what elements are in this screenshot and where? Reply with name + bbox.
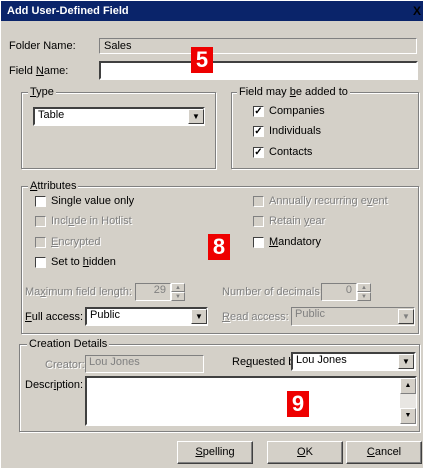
added-to-group-title: Field may be added to: [237, 86, 350, 98]
contacts-label: Contacts: [269, 146, 313, 158]
callout-badge-5: 5: [191, 47, 213, 73]
individuals-label: Individuals: [269, 125, 321, 137]
callout-badge-8: 8: [208, 234, 230, 260]
decimals-input[interactable]: 0: [321, 283, 357, 301]
callout-badge-9: 9: [287, 391, 309, 417]
full-access-label: Full access:: [25, 311, 84, 323]
annual-label: Annually recurring event: [269, 195, 388, 207]
description-label: Description:: [25, 379, 84, 391]
retain-year-checkbox[interactable]: [253, 216, 264, 227]
spelling-button[interactable]: Spelling: [177, 441, 253, 464]
description-scrollbar[interactable]: ▲ ▼: [400, 378, 416, 424]
type-group-title: Type: [28, 86, 56, 98]
ok-button[interactable]: OK: [267, 441, 343, 464]
decimals-up-icon[interactable]: ▲: [357, 283, 371, 292]
cancel-button[interactable]: Cancel: [346, 441, 422, 464]
retain-year-label: Retain year: [269, 215, 326, 227]
encrypted-checkbox[interactable]: [35, 237, 46, 248]
contacts-checkbox[interactable]: ✓: [253, 147, 264, 158]
annual-checkbox[interactable]: [253, 196, 264, 207]
decimals-label: Number of decimals:: [222, 286, 323, 298]
hidden-label: Set to hidden: [51, 256, 116, 268]
read-access-chevron-down-icon[interactable]: ▼: [398, 309, 414, 324]
individuals-checkbox[interactable]: ✓: [253, 126, 264, 137]
companies-label: Companies: [269, 105, 325, 117]
requested-by-chevron-down-icon[interactable]: ▼: [398, 354, 414, 369]
close-icon[interactable]: X: [413, 1, 421, 21]
type-select[interactable]: Table: [33, 107, 205, 126]
hotlist-label: Include in Hotlist: [51, 215, 132, 227]
creator-value: Lou Jones: [89, 356, 140, 368]
description-textarea[interactable]: [85, 376, 417, 426]
folder-name-value: Sales: [104, 40, 132, 52]
attributes-group-title: Attributes: [28, 180, 79, 192]
mandatory-label: Mandatory: [269, 236, 321, 248]
single-value-label: Single value only: [51, 195, 135, 207]
single-value-checkbox[interactable]: [35, 196, 46, 207]
creation-details-title: Creation Details: [27, 338, 110, 350]
scroll-up-icon[interactable]: ▲: [400, 378, 416, 394]
full-access-value: Public: [90, 309, 120, 321]
companies-checkbox[interactable]: ✓: [253, 106, 264, 117]
field-name-input[interactable]: [99, 61, 418, 80]
scroll-down-icon[interactable]: ▼: [400, 408, 416, 424]
max-length-label: Maximum field length:: [25, 286, 132, 298]
read-access-label: Read access:: [222, 311, 289, 323]
spin-up-icon[interactable]: ▲: [171, 283, 185, 292]
requested-by-value: Lou Jones: [296, 354, 347, 366]
mandatory-checkbox[interactable]: [253, 237, 264, 248]
chevron-down-icon[interactable]: ▼: [188, 109, 204, 124]
full-access-chevron-down-icon[interactable]: ▼: [191, 309, 207, 324]
type-group: [21, 92, 216, 169]
hotlist-checkbox[interactable]: [35, 216, 46, 227]
creator-label: Creator:: [45, 359, 85, 371]
read-access-select[interactable]: Public: [291, 307, 415, 326]
read-access-value: Public: [295, 308, 325, 320]
title-bar: Add User-Defined Field X: [1, 1, 423, 21]
max-length-input[interactable]: 29: [135, 283, 171, 301]
full-access-select[interactable]: Public: [85, 307, 208, 326]
add-field-dialog: Add User-Defined Field X Folder Name: Sa…: [0, 0, 423, 468]
decimals-down-icon[interactable]: ▼: [357, 292, 371, 301]
folder-name-field: Sales: [99, 38, 417, 54]
hidden-checkbox[interactable]: [35, 257, 46, 268]
folder-name-label: Folder Name:: [9, 40, 76, 52]
type-select-value: Table: [38, 109, 65, 121]
creator-field: Lou Jones: [85, 355, 204, 373]
window-title: Add User-Defined Field: [7, 5, 129, 17]
encrypted-label: Encrypted: [51, 236, 101, 248]
spin-down-icon[interactable]: ▼: [171, 292, 185, 301]
field-name-label: Field Name:: [9, 65, 69, 77]
